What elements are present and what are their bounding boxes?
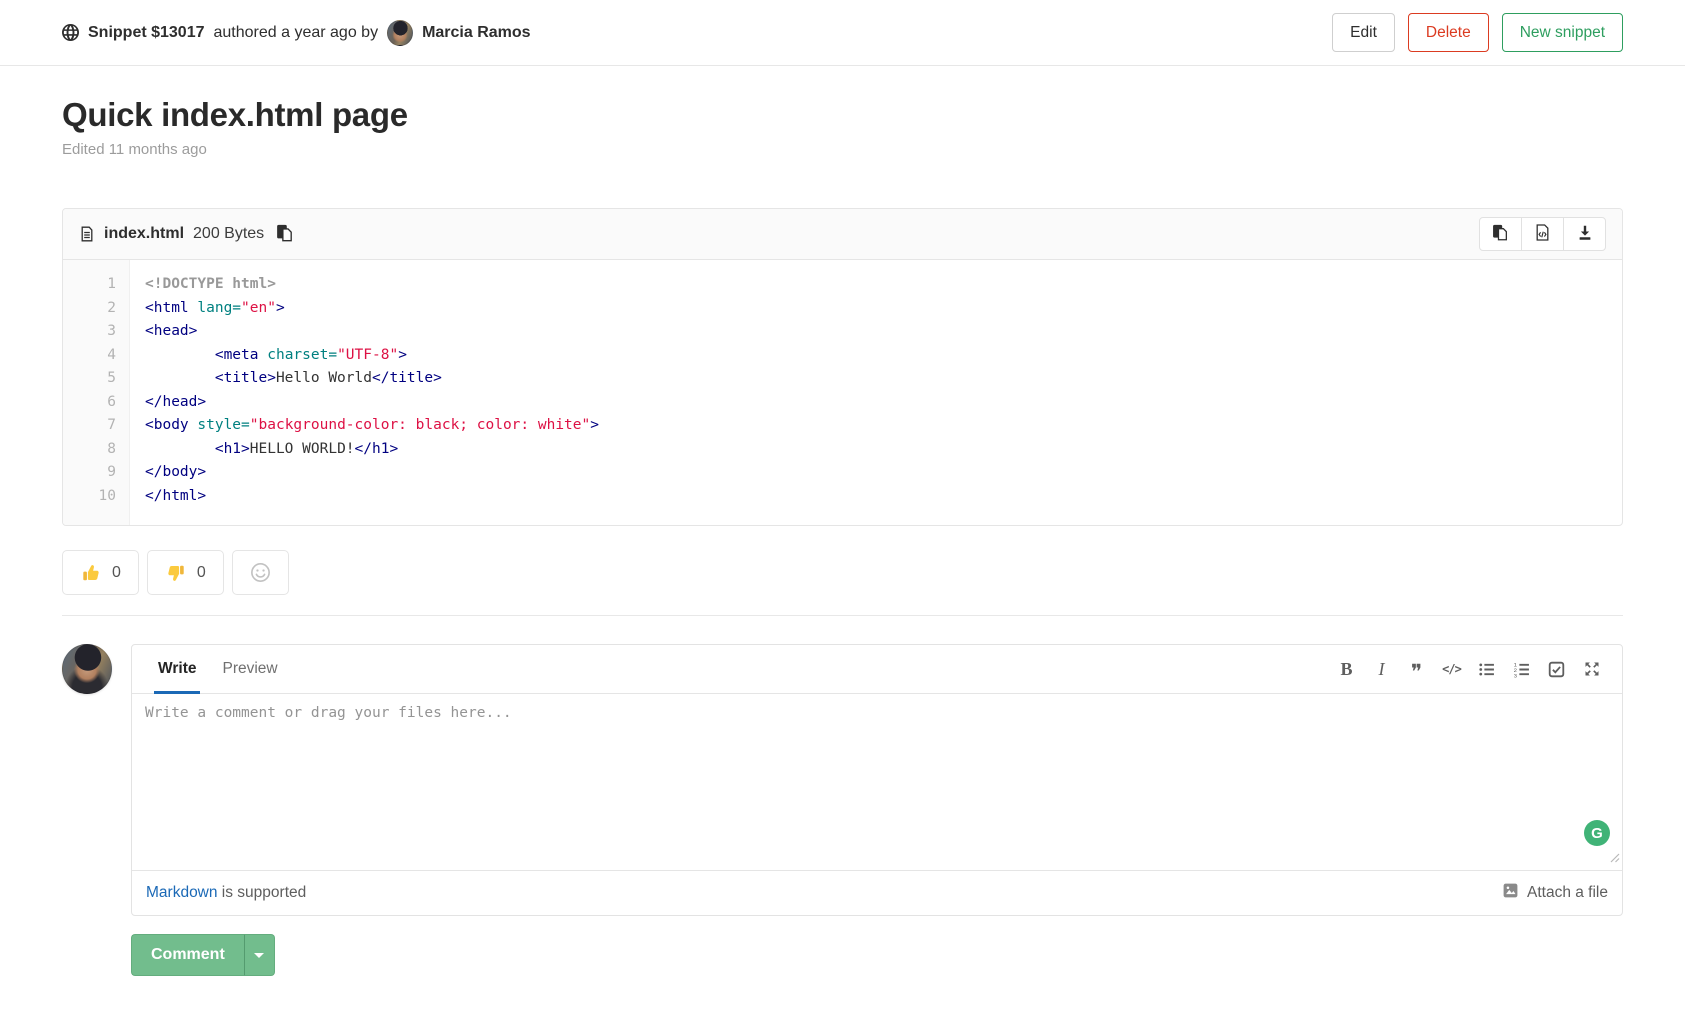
author-avatar[interactable] (387, 20, 413, 46)
snippet-actions: Edit Delete New snippet (1332, 13, 1623, 52)
fullscreen-icon[interactable] (1575, 653, 1608, 686)
italic-icon[interactable]: I (1365, 653, 1398, 686)
code-line: <meta charset="UTF-8"> (145, 344, 599, 368)
edit-button[interactable]: Edit (1332, 13, 1395, 52)
page-title: Quick index.html page (62, 96, 1623, 134)
attach-file-button[interactable]: Attach a file (1502, 882, 1608, 904)
file-actions-group (1479, 217, 1606, 251)
thumbs-up-count: 0 (112, 564, 121, 582)
code-line: <h1>HELLO WORLD!</h1> (145, 438, 599, 462)
line-number[interactable]: 3 (63, 320, 116, 344)
comment-input-wrap: G (132, 694, 1622, 870)
delete-button[interactable]: Delete (1408, 13, 1489, 52)
snippet-meta: Snippet $13017 authored a year ago by Ma… (62, 20, 531, 46)
thumbs-up-icon (80, 562, 102, 584)
task-list-icon[interactable] (1540, 653, 1573, 686)
open-raw-icon (1534, 224, 1551, 244)
copy-contents-button[interactable] (1479, 217, 1522, 251)
code-line: <title>Hello World</title> (145, 367, 599, 391)
thumbs-down-icon (165, 562, 187, 584)
copy-file-path-button[interactable] (274, 222, 296, 247)
copy-icon (276, 230, 294, 245)
submit-row: Comment (131, 934, 1623, 976)
open-raw-button[interactable] (1521, 217, 1564, 251)
line-number[interactable]: 1 (63, 273, 116, 297)
code-line: <!DOCTYPE html> (145, 273, 599, 297)
code-line: <html lang="en"> (145, 297, 599, 321)
code-line: </head> (145, 391, 599, 415)
add-reaction-button[interactable] (232, 550, 289, 595)
file-holder: index.html 200 Bytes 12345678910 <!DOCTY… (62, 208, 1623, 526)
markdown-toolbar: BI❞</> 123 (1330, 645, 1610, 693)
bold-icon[interactable]: B (1330, 653, 1363, 686)
comment-footer: Markdown is supported Attach a file (132, 870, 1622, 915)
thumbs-down-button[interactable]: 0 (147, 550, 224, 595)
line-number[interactable]: 5 (63, 367, 116, 391)
code-line: <head> (145, 320, 599, 344)
file-title: index.html 200 Bytes (79, 225, 264, 243)
earth-icon (62, 24, 79, 41)
edited-timestamp: Edited 11 months ago (62, 141, 1623, 158)
markdown-header: Write Preview BI❞</> 123 (132, 645, 1622, 694)
current-user-avatar (62, 644, 112, 694)
copy-contents-icon (1492, 224, 1509, 244)
chevron-down-icon (254, 953, 264, 958)
attach-file-label: Attach a file (1527, 884, 1608, 902)
authored-text: authored a year ago by (214, 24, 379, 42)
comment-submit-button[interactable]: Comment (131, 934, 244, 976)
line-numbers: 12345678910 (63, 260, 130, 525)
code-line: <body style="background-color: black; co… (145, 414, 599, 438)
bullet-list-icon[interactable] (1470, 653, 1503, 686)
markdown-supported-text: is supported (218, 884, 307, 901)
markdown-help-link[interactable]: Markdown (146, 884, 218, 901)
comment-input[interactable] (132, 694, 1622, 870)
line-number[interactable]: 9 (63, 461, 116, 485)
line-number[interactable]: 10 (63, 485, 116, 509)
topbar: Snippet $13017 authored a year ago by Ma… (0, 0, 1685, 66)
author-name[interactable]: Marcia Ramos (422, 24, 531, 42)
smiley-icon (250, 562, 271, 583)
code-line: </html> (145, 485, 599, 509)
file-size: 200 Bytes (193, 225, 264, 243)
code-lines: <!DOCTYPE html><html lang="en"><head> <m… (130, 260, 615, 525)
award-emoji-row: 0 0 (62, 550, 1623, 595)
file-header: index.html 200 Bytes (63, 209, 1622, 260)
code-viewer: 12345678910 <!DOCTYPE html><html lang="e… (63, 260, 1622, 525)
thumbs-down-count: 0 (197, 564, 206, 582)
grammarly-icon[interactable]: G (1584, 820, 1610, 846)
new-snippet-button[interactable]: New snippet (1502, 13, 1623, 52)
write-preview-tabs: Write Preview (144, 645, 282, 693)
code-icon[interactable]: </> (1435, 653, 1468, 686)
quote-icon[interactable]: ❞ (1400, 653, 1433, 686)
thumbs-up-button[interactable]: 0 (62, 550, 139, 595)
svg-text:3: 3 (1514, 672, 1518, 678)
file-name: index.html (104, 225, 184, 243)
line-number[interactable]: 2 (63, 297, 116, 321)
download-button[interactable] (1563, 217, 1606, 251)
snippet-id: Snippet $13017 (88, 24, 205, 42)
numbered-list-icon[interactable]: 123 (1505, 653, 1538, 686)
download-icon (1577, 225, 1593, 244)
line-number[interactable]: 8 (63, 438, 116, 462)
attach-file-icon (1502, 882, 1519, 904)
comment-form: Write Preview BI❞</> 123 G Markdown is sup… (131, 644, 1623, 916)
tab-write[interactable]: Write (154, 645, 200, 694)
resize-handle-icon[interactable] (1608, 850, 1620, 868)
comment-options-dropdown[interactable] (244, 934, 275, 976)
code-line: </body> (145, 461, 599, 485)
line-number[interactable]: 4 (63, 344, 116, 368)
comment-section: Write Preview BI❞</> 123 G Markdown is sup… (62, 615, 1623, 916)
line-number[interactable]: 6 (63, 391, 116, 415)
tab-preview[interactable]: Preview (218, 645, 281, 694)
file-icon (79, 226, 95, 242)
file-actions (1479, 217, 1606, 251)
line-number[interactable]: 7 (63, 414, 116, 438)
